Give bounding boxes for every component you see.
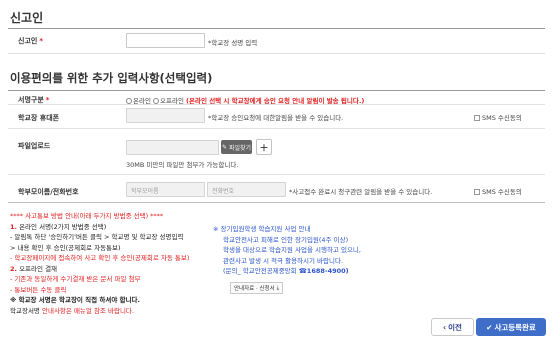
notice-line: 학생을 대상으로 학습지원 사업을 시행하고 있으니, [223,246,361,254]
sms-checkbox[interactable] [474,189,480,195]
prev-label: 이전 [448,322,462,332]
principal-sms-consent[interactable]: SMS 수신동의 [474,112,522,122]
notice-line: (문의_ 학교안전공제중앙회 ☎1688-4900) [223,267,349,275]
notice-line: ※ 장기입원학생 학습지원 사업 안내 [213,225,311,233]
guide-line: 학교장서명 안내사항은 매뉴얼 참조 바랍니다. [10,306,134,315]
principal-phone-input[interactable] [126,108,205,123]
guide-line: 1. 온라인 서명(2가지 방법중 선택) [10,222,107,231]
guide-line: - 통보버튼 수동 클릭 [10,285,67,294]
guide-line: - 학교장페이지에 접속하여 사고 확인 후 승인(공제회로 자동 통보) [10,254,190,262]
divider [8,53,545,54]
sms-label: SMS 수신동의 [482,188,522,196]
divider [8,90,545,91]
long-term-support-notice: ※ 장기입원학생 학습지원 사업 안내 학교안전사고 피해로 인한 장기입원(4… [213,224,413,277]
notice-line: 학교안전사고 피해로 인한 장기입원(4주 이상) [223,235,349,244]
guide-line: ※ 학교장 서명은 학교장이 직접 하셔야 합니다. [10,296,141,304]
check-circle-icon: ✔ [486,322,493,332]
reporter-label: 신고인 * [18,37,43,45]
section-title-optional: 이용편의를 위한 추가 입력사항(선택입력) [10,71,213,85]
parent-sms-consent[interactable]: SMS 수신동의 [474,186,522,196]
principal-phone-label: 학교장 휴대폰 [18,114,60,122]
file-upload-hint: 30MB 미만의 파일만 첨부가 가능합니다. [126,161,239,169]
divider [8,174,545,175]
prev-button[interactable]: ‹ 이전 [431,318,474,336]
section-title-reporter: 신고인 [10,11,44,25]
reporter-input[interactable] [126,33,205,48]
reporter-hint: *학교장 성명 입력 [208,39,258,47]
parent-phone-placeholder: 전화번호 [212,188,235,195]
submit-accident-button[interactable]: ✔ 사고등록완료 [476,318,546,336]
file-upload-label: 파일업로드 [18,142,51,150]
sms-label: SMS 수신동의 [482,114,522,122]
file-name-input [126,140,219,155]
submit-label: 사고등록완료 [494,322,536,332]
add-file-button[interactable]: + [256,139,272,155]
divider [8,202,545,203]
report-method-guide: **** 사고통보 방법 안내(아래 두가지 방법중 선택) **** 1. 온… [10,211,225,316]
guide-line: - 기존과 동일하게 수기결재 받은 문서 파일 첨부 [10,275,141,283]
divider [8,104,545,105]
guide-line: > 내용 확인 후 승인(공제회로 자동통보) [10,243,121,252]
parent-name-input[interactable]: 학부모이름 [126,182,205,197]
sms-checkbox[interactable] [474,115,480,121]
guide-title: **** 사고통보 방법 안내(아래 두가지 방법중 선택) **** [10,212,164,220]
download-icon: ⤓ [276,284,280,291]
file-find-label: 파일찾기 [228,144,252,152]
guide-line: - 알림톡 하단 '승인하기'버튼 클릭 > 학교명 및 학교장 성명입력 [10,233,184,241]
divider [8,128,545,129]
pencil-icon: ✎ [221,143,227,151]
notice-line: 관련사고 발생 시 적극 활용하시기 바랍니다. [223,256,344,265]
parent-phone-input[interactable]: 전화번호 [207,182,286,197]
parent-hint: *사고접수 완료시 청구관련 알림을 받을 수 있습니다. [289,188,433,196]
file-find-button[interactable]: ✎ 파일찾기 [221,140,252,154]
chevron-left-icon: ‹ [443,322,447,332]
principal-phone-hint: *학교장 승인요청에 대한알림을 받을 수 있습니다. [208,114,344,122]
guide-line: 2. 오프라인 결재 [10,264,58,273]
download-guide-button[interactable]: 안내자료 · 신청서 ⤓ [230,282,284,294]
parent-label: 학부모이름/전화번호 [18,188,79,196]
parent-name-placeholder: 학부모이름 [131,188,159,195]
divider [8,28,545,29]
download-label: 안내자료 · 신청서 [234,286,275,292]
